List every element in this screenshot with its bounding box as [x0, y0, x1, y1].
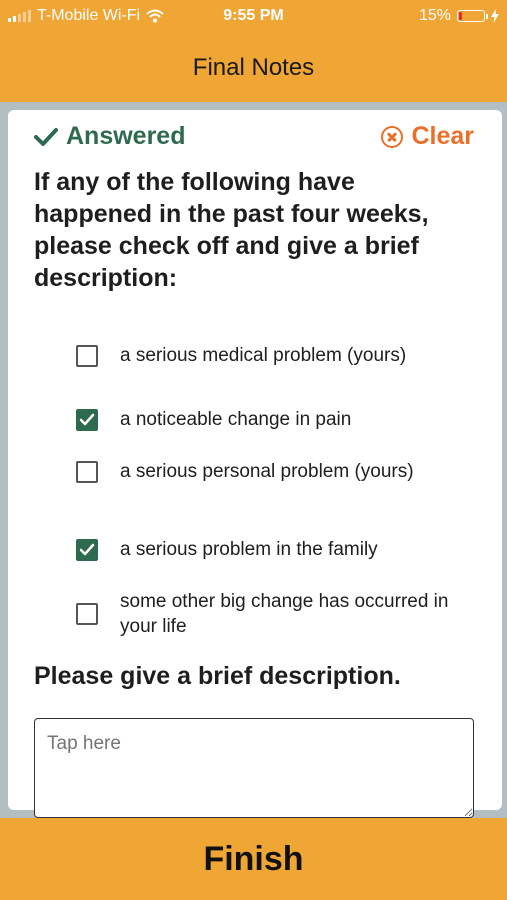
option-checkbox[interactable]: [76, 408, 98, 431]
clear-button[interactable]: Clear: [381, 122, 474, 151]
nav-bar: Final Notes: [0, 34, 507, 102]
finish-label: Finish: [203, 839, 304, 878]
checkmark-icon: [79, 543, 95, 555]
option-personal-problem[interactable]: a serious personal problem (yours): [76, 459, 460, 484]
answered-label: Answered: [66, 122, 186, 150]
finish-button[interactable]: Finish: [0, 818, 507, 900]
option-checkbox[interactable]: [76, 460, 98, 483]
battery-level: [459, 12, 462, 20]
option-label: a serious problem in the family: [120, 539, 378, 560]
description-input[interactable]: [34, 718, 474, 818]
checkmark-icon: [79, 413, 95, 425]
option-medical-problem[interactable]: a serious medical problem (yours): [76, 343, 460, 368]
answered-status: Answered: [34, 122, 185, 151]
battery-icon: [457, 10, 488, 22]
battery-percent: 15%: [418, 7, 451, 24]
question-text: If any of the following have happened in…: [34, 168, 429, 292]
option-other-change[interactable]: some other big change has occurred in yo…: [76, 589, 460, 639]
option-label: some other big change has occurred in yo…: [120, 591, 449, 637]
checkmark-icon: [34, 127, 58, 146]
option-change-in-pain[interactable]: a noticeable change in pain: [76, 407, 460, 432]
question-card: Answered Clear If any of the following h…: [8, 110, 502, 818]
clear-circle-x-icon: [381, 125, 404, 148]
battery-info: 15%: [419, 7, 499, 25]
option-label: a serious personal problem (yours): [120, 461, 414, 482]
option-checkbox[interactable]: [76, 603, 98, 625]
option-label: a noticeable change in pain: [120, 409, 352, 430]
option-checkbox[interactable]: [76, 344, 98, 367]
option-checkbox[interactable]: [76, 538, 98, 561]
option-label: a serious medical problem (yours): [120, 345, 407, 366]
bolt-icon: [491, 9, 499, 23]
status-bar: T-Mobile Wi-Fi 9:55 PM 15%: [0, 0, 507, 34]
page-title: Final Notes: [192, 54, 315, 81]
description-label: Please give a brief description.: [34, 662, 401, 690]
option-family-problem[interactable]: a serious problem in the family: [76, 537, 460, 562]
clear-label: Clear: [411, 122, 474, 150]
